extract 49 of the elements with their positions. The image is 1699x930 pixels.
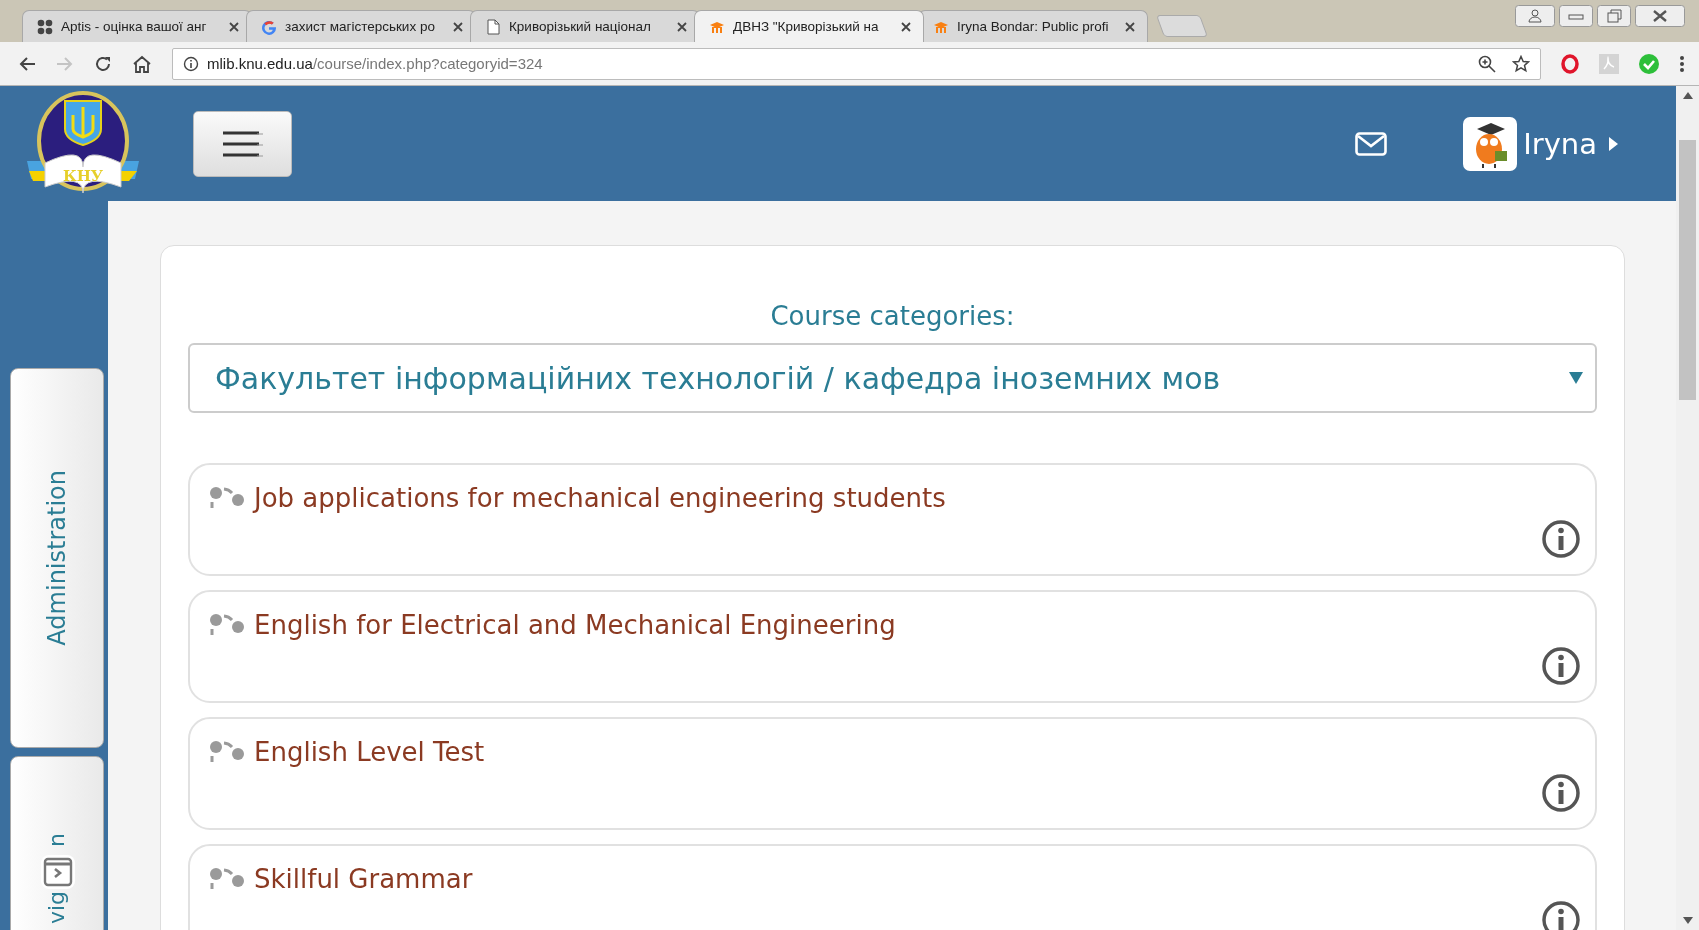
info-icon [183,55,199,72]
info-icon[interactable] [1541,519,1581,559]
course-link[interactable]: English Level Test [254,737,485,767]
envelope-icon[interactable] [1355,131,1388,156]
user-menu[interactable]: Iryna [1463,116,1618,171]
star-icon[interactable] [1512,54,1530,73]
home-icon[interactable] [132,54,152,73]
dropdown-caret-icon [1569,372,1583,384]
page-icon [485,18,501,35]
zoom-icon[interactable] [1478,54,1496,73]
scroll-up-icon[interactable] [1682,92,1693,100]
close-icon[interactable] [229,21,239,32]
profile-icon[interactable] [1515,5,1555,27]
close-icon[interactable] [1125,21,1135,32]
course-link[interactable]: Skillful Grammar [254,864,473,894]
course-categories-heading: Course categories: [769,301,1016,331]
expand-panel-icon[interactable] [41,855,75,889]
address-bar[interactable]: mlib.knu.edu.ua/course/index.php?categoryid=324 [172,47,1541,80]
navigation-tab[interactable]: n vig [10,756,104,930]
scrollbar[interactable] [1676,86,1699,930]
info-icon[interactable] [1541,773,1581,813]
category-dropdown[interactable]: Факультет інформаційних технологій / кафедра іноземних мов [188,343,1597,413]
browser-tab[interactable]: ДВНЗ "Криворізький на [694,10,924,42]
course-link[interactable]: Job applications for mechanical engineering students [254,483,946,513]
checkmark-icon[interactable] [1639,53,1659,74]
close-icon[interactable] [901,21,911,32]
caret-icon [1609,136,1618,151]
opera-icon[interactable] [1561,53,1579,74]
back-arrow-icon[interactable] [18,55,36,72]
scrollbar-thumb[interactable] [1679,140,1696,400]
course-link[interactable]: English for Electrical and Mechanical Engineering [254,610,896,640]
google-icon [261,18,277,35]
course-icon [208,612,246,638]
grid-icon [37,18,53,35]
info-icon[interactable] [1541,646,1581,686]
scroll-down-icon[interactable] [1682,916,1693,924]
menu-dots-icon[interactable] [1679,54,1685,73]
course-icon [208,739,246,765]
owl-avatar-icon [1463,116,1518,171]
emblem-text: КНУ [63,166,103,185]
info-icon[interactable] [1541,900,1581,930]
course-icon [208,485,246,511]
administration-tab[interactable]: Administration [10,368,104,748]
reload-icon[interactable] [94,54,112,73]
course-icon [208,866,246,892]
close-icon[interactable] [1635,5,1685,27]
menu-button[interactable] [193,110,292,177]
close-icon[interactable] [453,21,463,32]
close-icon[interactable] [677,21,687,32]
